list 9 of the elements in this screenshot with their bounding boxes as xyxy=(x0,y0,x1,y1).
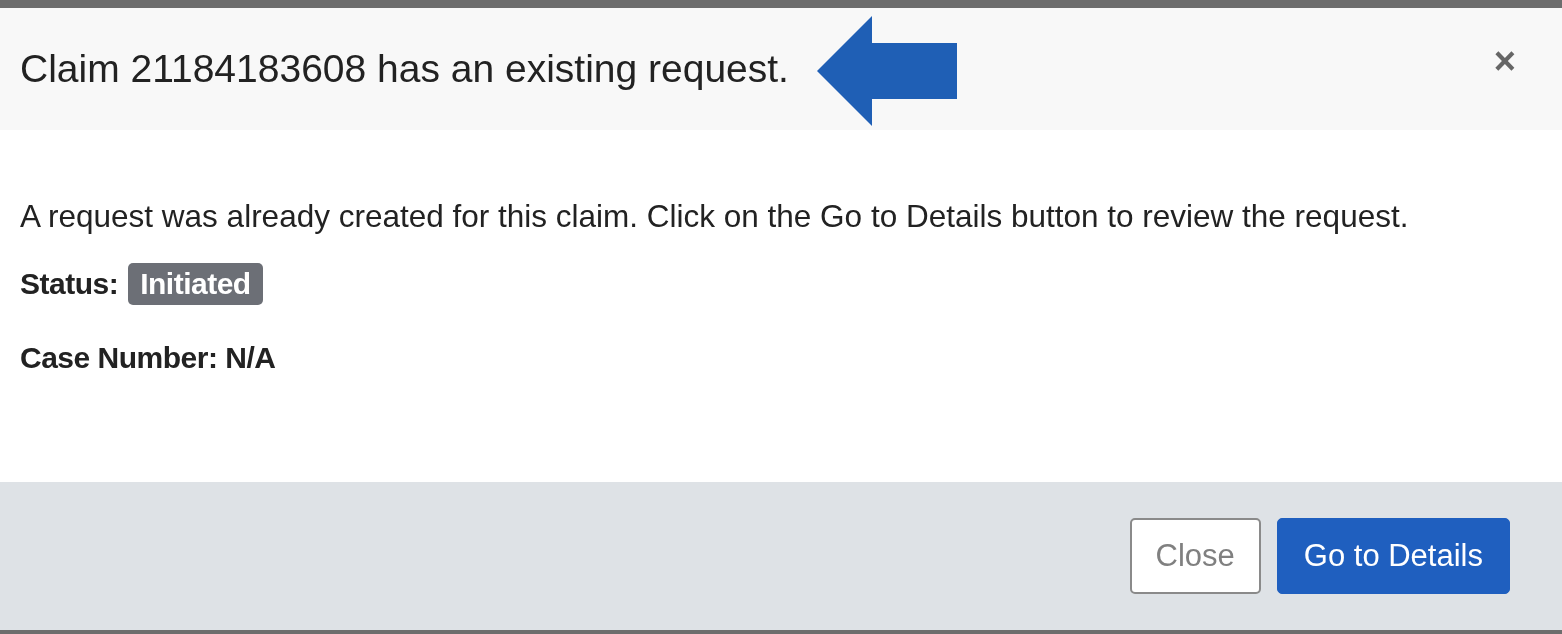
details-button[interactable]: Go to Details xyxy=(1276,518,1510,594)
close-button[interactable]: × xyxy=(1487,39,1522,83)
message-text: A request was already created for this claim. Click on the Go to Details button to review the request. xyxy=(20,198,1410,235)
status-label: Status: xyxy=(20,267,119,301)
case-number-text: Case Number: N/A xyxy=(20,341,277,375)
status-badge: Initiated xyxy=(128,263,263,305)
dialog-title: Claim 21184183608 has an existing request. xyxy=(20,47,789,91)
close-dialog-button[interactable]: Close xyxy=(1129,518,1261,594)
arrow-icon xyxy=(816,16,957,126)
